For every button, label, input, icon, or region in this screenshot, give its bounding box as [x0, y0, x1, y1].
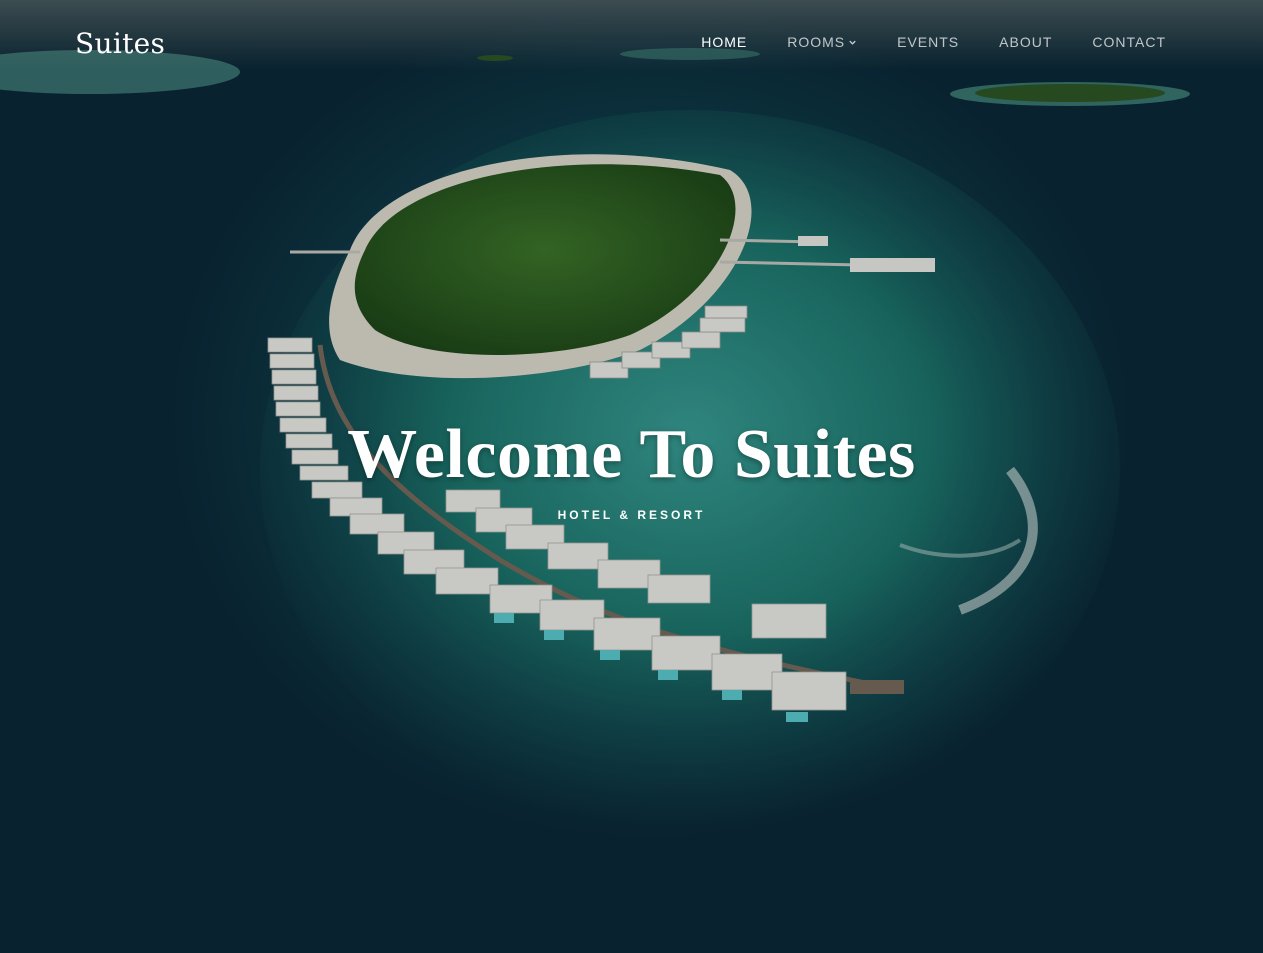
- main-menu: HOME ROOMS EVENTS ABOUT CONTACT: [661, 34, 1166, 52]
- hero-subtitle: HOTEL & RESORT: [557, 508, 706, 522]
- nav-item-rooms: ROOMS: [787, 34, 857, 52]
- top-navigation: Suites HOME ROOMS EVENTS ABOUT CONTACT: [0, 0, 1263, 86]
- nav-item-events: EVENTS: [897, 34, 959, 52]
- nav-item-contact: CONTACT: [1092, 34, 1166, 52]
- nav-link-home[interactable]: HOME: [701, 34, 747, 50]
- hero-section: Suites HOME ROOMS EVENTS ABOUT CONTACT W…: [0, 0, 1263, 953]
- hero-title: Welcome To Suites: [347, 416, 916, 493]
- nav-item-about: ABOUT: [999, 34, 1052, 52]
- brand-logo[interactable]: Suites: [75, 27, 165, 60]
- nav-link-events[interactable]: EVENTS: [897, 34, 959, 50]
- nav-link-rooms-label: ROOMS: [787, 34, 846, 50]
- nav-link-contact[interactable]: CONTACT: [1092, 34, 1166, 50]
- nav-item-home: HOME: [701, 34, 747, 52]
- nav-link-rooms[interactable]: ROOMS: [787, 34, 857, 50]
- nav-link-about[interactable]: ABOUT: [999, 34, 1052, 50]
- chevron-down-icon: [849, 40, 856, 45]
